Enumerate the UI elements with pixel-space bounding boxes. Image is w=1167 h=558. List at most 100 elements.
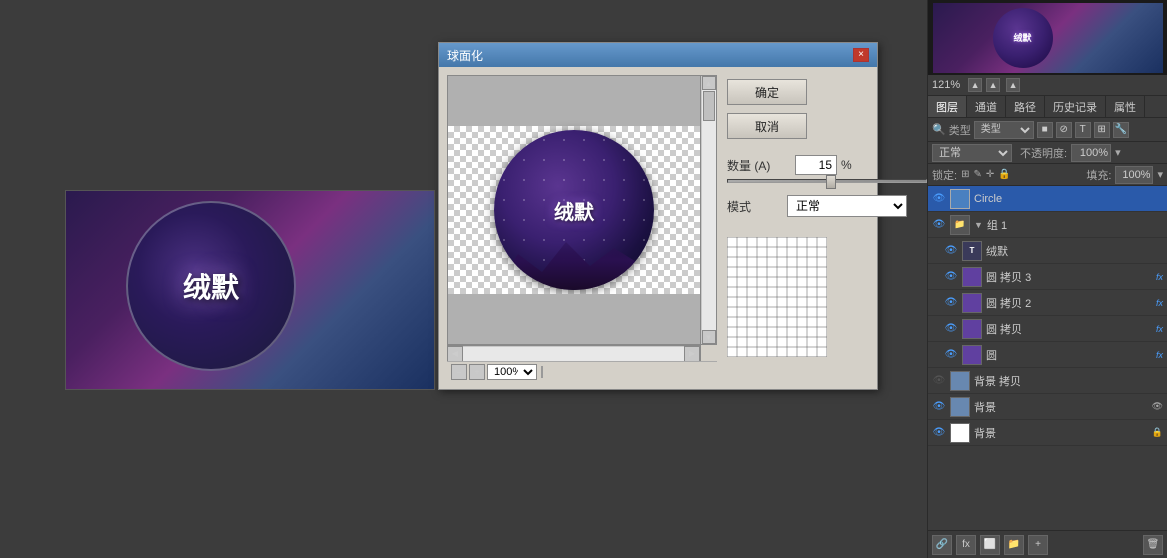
new-layer-btn[interactable]: + [1028, 535, 1048, 555]
scroll-thumb[interactable] [703, 91, 715, 121]
layers-list: 👁 Circle 👁 📁 ▼ 组 1 👁 T 绒默 👁 圆 拷贝 3 fx 👁 [928, 186, 1167, 530]
dialog-controls: 确定 取消 数量 (A) % 模式 [727, 75, 927, 381]
opacity-dropdown-icon[interactable]: ▾ [1115, 146, 1121, 159]
layer-eye-bg[interactable]: 👁 [932, 400, 946, 414]
layer-item-bg[interactable]: 👁 背景 👁 [928, 394, 1167, 420]
mode-select[interactable]: 正常 水平优先 垂直优先 [787, 195, 907, 217]
zoom-decrease-btn[interactable]: ▲ [968, 78, 982, 92]
slider-thumb[interactable] [826, 175, 836, 189]
zoom-in-btn[interactable]: + [469, 364, 485, 380]
link-layers-btn[interactable]: 🔗 [932, 535, 952, 555]
dialog-titlebar: 球面化 × [439, 43, 877, 67]
scroll-up-btn[interactable]: ▲ [702, 76, 716, 90]
layer-eye-round[interactable]: 👁 [944, 348, 958, 362]
layer-eye-round2[interactable]: 👁 [944, 296, 958, 310]
zoom-full-btn[interactable]: ▲ [1006, 78, 1020, 92]
layer-visibility-icon-bg[interactable]: 👁 [1152, 401, 1163, 412]
scroll-down-btn[interactable]: ▼ [702, 330, 716, 344]
add-style-btn[interactable]: fx [956, 535, 976, 555]
layer-thumb-bg [950, 397, 970, 417]
preview-area: 绒默 ▲ ▼ ◀ [447, 75, 717, 381]
layer-eye-round-copy[interactable]: 👁 [944, 322, 958, 336]
layer-item-group1[interactable]: 👁 📁 ▼ 组 1 [928, 212, 1167, 238]
layer-name-round2: 圆 拷贝 2 [986, 295, 1152, 311]
layer-item-round3[interactable]: 👁 圆 拷贝 3 fx [928, 264, 1167, 290]
delete-layer-btn[interactable]: 🗑 [1143, 535, 1163, 555]
preview-scrollbar-v[interactable]: ▲ ▼ [700, 76, 716, 344]
dialog-close-button[interactable]: × [853, 48, 869, 62]
preview-toolbar: − + 100% [447, 361, 717, 381]
tab-properties[interactable]: 属性 [1106, 96, 1145, 117]
lock-image-icon[interactable]: ✎ [973, 169, 981, 180]
dialog-title: 球面化 [447, 47, 483, 64]
layer-item-circle[interactable]: 👁 Circle [928, 186, 1167, 212]
scroll-h-track [463, 347, 684, 361]
opacity-label: 不透明度: [1020, 145, 1067, 161]
filter-btn-5[interactable]: 🔧 [1113, 122, 1129, 138]
layer-thumb-bg-fill [950, 423, 970, 443]
fill-input[interactable] [1115, 166, 1153, 184]
lock-position-icon[interactable]: ✛ [986, 169, 994, 180]
confirm-button[interactable]: 确定 [727, 79, 807, 105]
layer-item-round-copy[interactable]: 👁 圆 拷贝 fx [928, 316, 1167, 342]
lock-fill-row: 锁定: ⊞ ✎ ✛ 🔒 填充: ▾ [928, 164, 1167, 186]
layer-item-bg-copy[interactable]: 👁 背景 拷贝 [928, 368, 1167, 394]
layer-eye-group1[interactable]: 👁 [932, 218, 946, 232]
layer-eye-bg-fill[interactable]: 👁 [932, 426, 946, 440]
panel-bottom-toolbar: 🔗 fx ⬜ 📁 + 🗑 [928, 530, 1167, 558]
amount-unit: % [841, 158, 852, 172]
layer-eye-bg-copy[interactable]: 👁 [932, 374, 946, 388]
group-arrow-1[interactable]: ▼ [974, 220, 983, 230]
zoom-increase-btn[interactable]: ▲ [986, 78, 1000, 92]
preview-bottom-gray [448, 294, 700, 344]
layer-item-round[interactable]: 👁 圆 fx [928, 342, 1167, 368]
blend-mode-select[interactable]: 正常 [932, 144, 1012, 162]
lock-all-icon[interactable]: 🔒 [998, 169, 1010, 180]
cancel-button[interactable]: 取消 [727, 113, 807, 139]
layer-thumb-bg-copy [950, 371, 970, 391]
layer-item-bg-fill[interactable]: 👁 背景 🔒 [928, 420, 1167, 446]
filter-btn-2[interactable]: ⊘ [1056, 122, 1072, 138]
zoom-out-btn[interactable]: − [451, 364, 467, 380]
fill-label: 填充: [1086, 167, 1111, 183]
layer-name-round-copy: 圆 拷贝 [986, 321, 1152, 337]
opacity-input[interactable] [1071, 144, 1111, 162]
layer-item-round2[interactable]: 👁 圆 拷贝 2 fx [928, 290, 1167, 316]
amount-slider[interactable] [727, 179, 927, 183]
canvas-circle-text: 绒默 [183, 266, 239, 306]
layer-eye-circle[interactable]: 👁 [932, 192, 946, 206]
amount-label: 数量 (A) [727, 157, 787, 174]
zoom-select[interactable]: 100% [487, 364, 537, 380]
filter-btn-3[interactable]: T [1075, 122, 1091, 138]
tab-layers[interactable]: 图层 [928, 96, 967, 117]
tab-history[interactable]: 历史记录 [1045, 96, 1106, 117]
tab-channels[interactable]: 通道 [967, 96, 1006, 117]
filter-btn-1[interactable]: ■ [1037, 122, 1053, 138]
scroll-right-btn[interactable]: ▶ [684, 346, 700, 362]
tab-paths[interactable]: 路径 [1006, 96, 1045, 117]
layer-eye-round3[interactable]: 👁 [944, 270, 958, 284]
canvas-circle: 绒默 [126, 201, 296, 371]
lock-transparent-icon[interactable]: ⊞ [961, 169, 969, 180]
dialog-body: 绒默 ▲ ▼ ◀ [439, 67, 877, 389]
layer-item-text[interactable]: 👁 T 绒默 [928, 238, 1167, 264]
thumbnail-circle: 绒默 [993, 8, 1053, 68]
amount-input[interactable] [795, 155, 837, 175]
search-type-label: 类型 [949, 122, 971, 138]
layer-fx-round-copy: fx [1156, 324, 1163, 334]
search-type-select[interactable]: 类型 [974, 121, 1034, 139]
new-group-btn[interactable]: 📁 [1004, 535, 1024, 555]
amount-input-wrap: % [795, 155, 852, 175]
scroll-left-btn[interactable]: ◀ [447, 346, 463, 362]
layer-name-text: 绒默 [986, 243, 1163, 259]
layer-eye-text[interactable]: 👁 [944, 244, 958, 258]
preview-scrollbar-h[interactable]: ◀ ▶ [447, 345, 701, 361]
fill-dropdown-icon[interactable]: ▾ [1157, 168, 1163, 181]
layer-thumb-group1: 📁 [950, 215, 970, 235]
filter-btn-4[interactable]: ⊞ [1094, 122, 1110, 138]
blend-opacity-row: 正常 不透明度: ▾ [928, 142, 1167, 164]
add-mask-btn[interactable]: ⬜ [980, 535, 1000, 555]
scroll-track [702, 90, 716, 330]
preview-circle: 绒默 [494, 130, 654, 290]
layer-name-bg: 背景 [974, 399, 1148, 415]
